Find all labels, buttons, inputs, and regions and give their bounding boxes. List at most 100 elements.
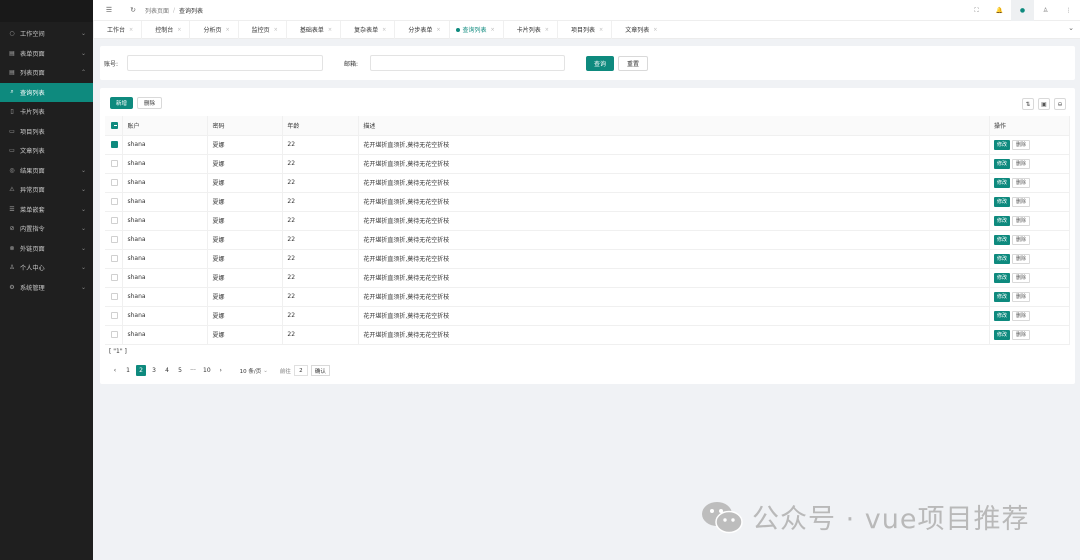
page-size-select[interactable]: 10 条/页 ⌄ [237,365,271,376]
row-checkbox[interactable] [111,236,118,243]
edit-button[interactable]: 修改 [993,234,1010,245]
sidebar-item[interactable]: ⊘ 内置指令 ⌄ [0,219,93,239]
sidebar-item[interactable]: ▭ 文章列表 [0,141,93,161]
user-icon[interactable]: ♙ [1034,0,1057,21]
row-checkbox[interactable] [111,217,118,224]
sidebar-item[interactable]: ▤ 表单页面 ⌄ [0,44,93,64]
menu-toggle-icon[interactable]: ☰ [101,6,117,14]
bell-icon[interactable]: 🔔 [988,0,1011,21]
tab[interactable]: 工作台 × [93,20,141,39]
edit-button[interactable]: 修改 [993,253,1010,264]
sidebar-item[interactable]: ♙ 个人中心 ⌄ [0,258,93,278]
row-checkbox[interactable] [111,141,118,148]
edit-button[interactable]: 修改 [993,177,1010,188]
sidebar-item[interactable]: ⌕ 查询列表 [0,82,93,102]
close-icon[interactable]: × [225,27,229,33]
tab[interactable]: 卡片列表 × [502,20,557,39]
table-row[interactable]: shana 夏娜 22 花开堪折直须折,莫待无花空折枝 修改 删除 [105,249,1071,269]
edit-button[interactable]: 修改 [993,329,1010,340]
sidebar-item[interactable]: ⊗ 外链页面 ⌄ [0,239,93,259]
table-row[interactable]: shana 夏娜 22 花开堪折直须折,莫待无花空折枝 修改 删除 [105,135,1071,155]
delete-button[interactable]: 删除 [1012,177,1031,188]
edit-button[interactable]: 修改 [993,215,1010,226]
batch-delete-button[interactable]: 删除 [137,97,163,109]
table-row[interactable]: shana 夏娜 22 花开堪折直须折,莫待无花空折枝 修改 删除 [105,192,1071,212]
sidebar-item[interactable]: ▤ 列表页面 ⌃ [0,63,93,83]
query-button[interactable]: 查询 [586,55,615,71]
jump-input[interactable]: 2 [293,365,308,376]
row-checkbox[interactable] [111,255,118,262]
close-icon[interactable]: × [491,27,495,33]
refresh-icon[interactable]: ↻ [125,6,141,14]
tab[interactable]: 控制台 × [141,20,189,39]
edit-button[interactable]: 修改 [993,158,1010,169]
close-icon[interactable]: × [545,27,549,33]
table-row[interactable]: shana 夏娜 22 花开堪折直须折,莫待无花空折枝 修改 删除 [105,325,1071,345]
delete-button[interactable]: 删除 [1012,234,1031,245]
sidebar-item[interactable]: ☰ 菜单嵌套 ⌄ [0,200,93,220]
sidebar-item[interactable]: ○ 工作空间 ⌄ [0,24,93,44]
table-row[interactable]: shana 夏娜 22 花开堪折直须折,莫待无花空折枝 修改 删除 [105,287,1071,307]
close-icon[interactable]: × [599,27,603,33]
tab[interactable]: 基础表单 × [285,20,340,39]
tab[interactable]: 文章列表 × [611,20,665,39]
page-number[interactable]: 5 [175,365,185,376]
row-checkbox[interactable] [111,331,118,338]
breadcrumb-item-list-page[interactable]: 列表页面 [145,6,169,15]
delete-button[interactable]: 删除 [1012,215,1031,226]
page-ellipsis[interactable]: ··· [188,365,198,376]
close-icon[interactable]: × [436,27,440,33]
close-icon[interactable]: × [328,27,332,33]
account-input[interactable] [127,55,323,71]
delete-button[interactable]: 删除 [1012,329,1031,340]
row-checkbox[interactable] [111,160,118,167]
edit-button[interactable]: 修改 [993,291,1010,302]
fullscreen-icon[interactable]: ⛶ [965,0,988,21]
delete-button[interactable]: 删除 [1012,253,1031,264]
next-page-icon[interactable]: › [216,365,226,376]
chevron-down-icon[interactable]: ⌄ [1068,24,1074,32]
close-icon[interactable]: × [177,27,181,33]
theme-icon[interactable]: ● [1011,0,1034,21]
prev-page-icon[interactable]: ‹ [110,365,120,376]
page-number[interactable]: 4 [162,365,172,376]
row-checkbox[interactable] [111,312,118,319]
edit-button[interactable]: 修改 [993,272,1010,283]
row-checkbox[interactable] [111,179,118,186]
table-row[interactable]: shana 夏娜 22 花开堪折直须折,莫待无花空折枝 修改 删除 [105,154,1071,174]
tab[interactable]: 项目列表 × [556,20,611,39]
row-checkbox[interactable] [111,274,118,281]
sidebar-item[interactable]: ▯ 卡片列表 [0,102,93,122]
sidebar-item[interactable]: ◎ 结果页面 ⌄ [0,161,93,181]
delete-button[interactable]: 删除 [1012,139,1031,150]
delete-button[interactable]: 删除 [1012,158,1031,169]
more-icon[interactable]: ⋮ [1057,0,1080,21]
delete-button[interactable]: 删除 [1012,291,1031,302]
email-input[interactable] [370,55,565,71]
sidebar-item[interactable]: ⚙ 系统管理 ⌄ [0,278,93,298]
close-icon[interactable]: × [129,27,133,33]
close-icon[interactable]: × [653,27,657,33]
sidebar-item[interactable]: ▭ 项目列表 [0,122,93,142]
page-number[interactable]: 3 [149,365,159,376]
page-number[interactable]: 10 [201,365,213,376]
delete-button[interactable]: 删除 [1012,310,1031,321]
tab[interactable]: 分步表单 × [394,20,448,39]
edit-button[interactable]: 修改 [993,196,1010,207]
row-checkbox[interactable] [111,198,118,205]
reset-button[interactable]: 重置 [618,55,649,71]
table-row[interactable]: shana 夏娜 22 花开堪折直须折,莫待无花空折枝 修改 删除 [105,230,1071,250]
tab[interactable]: 复杂表单 × [340,20,394,39]
column-settings-icon[interactable]: ⇅ [1022,98,1034,110]
add-button[interactable]: 新增 [110,97,134,109]
delete-button[interactable]: 删除 [1012,196,1031,207]
table-row[interactable]: shana 夏娜 22 花开堪折直须折,莫待无花空折枝 修改 删除 [105,211,1071,231]
refresh-table-icon[interactable]: ⊖ [1054,98,1066,110]
edit-button[interactable]: 修改 [993,139,1010,150]
jump-confirm-button[interactable]: 确认 [310,365,330,376]
close-icon[interactable]: × [382,27,386,33]
select-all-checkbox[interactable] [111,121,118,129]
tab[interactable]: 查询列表 × [448,20,503,39]
tab[interactable]: 监控页 × [237,20,286,39]
table-row[interactable]: shana 夏娜 22 花开堪折直须折,莫待无花空折枝 修改 删除 [105,173,1071,193]
